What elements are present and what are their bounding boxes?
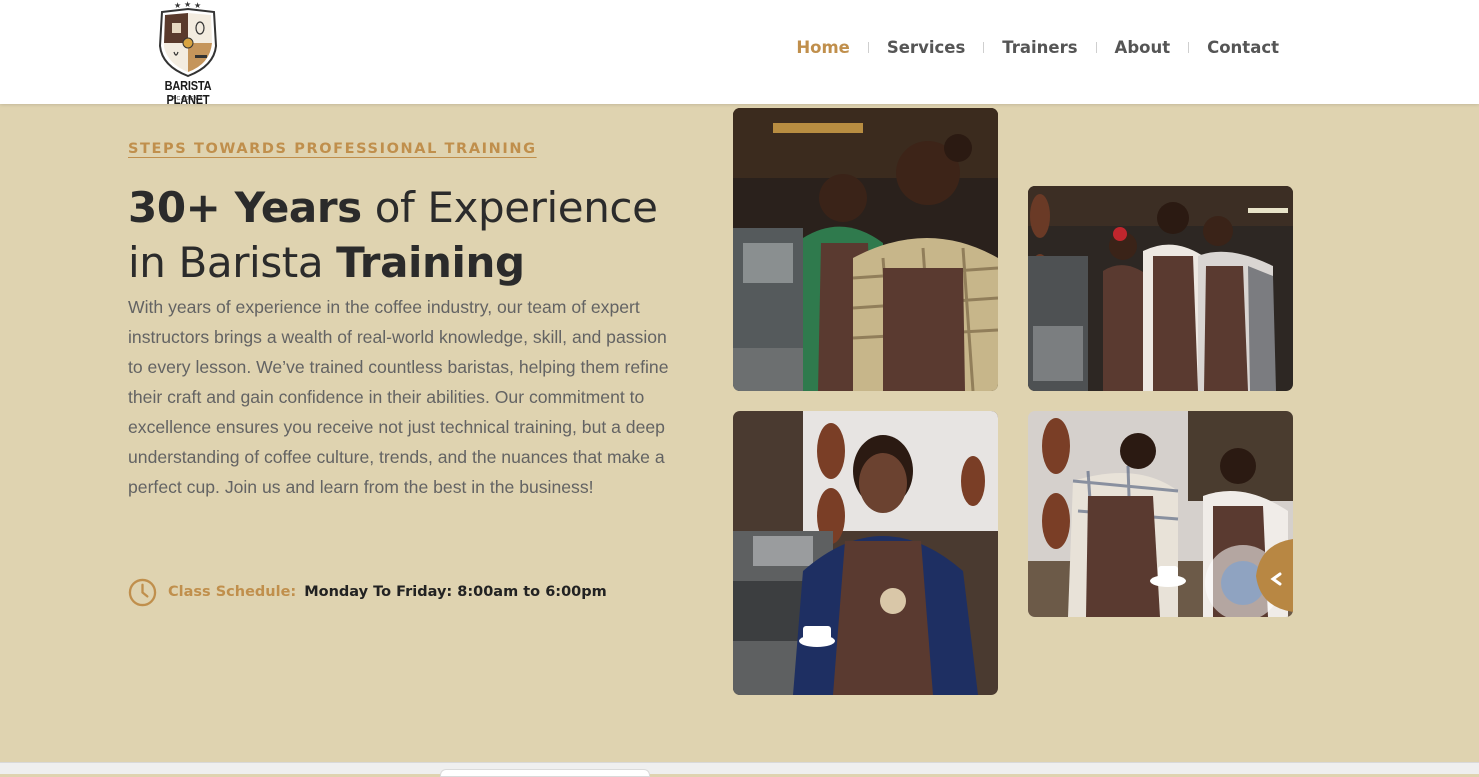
clock-icon [128, 578, 157, 606]
nav-about[interactable]: About [1115, 38, 1171, 57]
brand-name: BARISTA PLANET [164, 79, 212, 107]
schedule-value: Monday To Friday: 8:00am to 6:00pm [304, 584, 607, 600]
nav-divider [1188, 42, 1190, 53]
nav-trainers[interactable]: Trainers [1002, 38, 1077, 57]
barista-portrait-photo [733, 411, 998, 695]
group-barista-photo [1028, 186, 1293, 391]
headline-bold-years: 30+ Years [128, 183, 362, 232]
class-schedule: Class Schedule: Monday To Friday: 8:00am… [128, 576, 607, 608]
svg-text:★: ★ [174, 1, 181, 10]
brand-logo[interactable]: ★ ★ ★ BARISTA PLANET ACADEMY [140, 0, 236, 107]
main-nav: Home Services Trainers About Contact [796, 38, 1279, 57]
section-eyebrow-link[interactable]: STEPS TOWARDS PROFESSIONAL TRAINING [128, 141, 537, 157]
barista-training-photo [733, 108, 998, 391]
nav-divider [1095, 42, 1097, 53]
schedule-label: Class Schedule: [168, 584, 297, 600]
svg-text:★: ★ [184, 0, 191, 9]
hero-headline: 30+ Years of Experience in Barista Train… [128, 180, 698, 290]
nav-home[interactable]: Home [796, 38, 850, 57]
floating-widget-edge [440, 769, 650, 777]
latte-art-photo [1028, 411, 1293, 617]
nav-contact[interactable]: Contact [1207, 38, 1279, 57]
headline-bold-training: Training [336, 238, 525, 287]
hero-description: With years of experience in the coffee i… [128, 297, 669, 497]
brand-subtitle: ACADEMY [172, 96, 204, 102]
nav-divider [983, 42, 985, 53]
nav-divider [867, 42, 869, 53]
nav-services[interactable]: Services [887, 38, 965, 57]
svg-text:★: ★ [194, 1, 201, 10]
site-header: ★ ★ ★ BARISTA PLANET ACADEMY Home Servic… [0, 0, 1479, 107]
shield-logo-icon: ★ ★ ★ [158, 0, 218, 78]
next-section-edge [0, 762, 1479, 774]
